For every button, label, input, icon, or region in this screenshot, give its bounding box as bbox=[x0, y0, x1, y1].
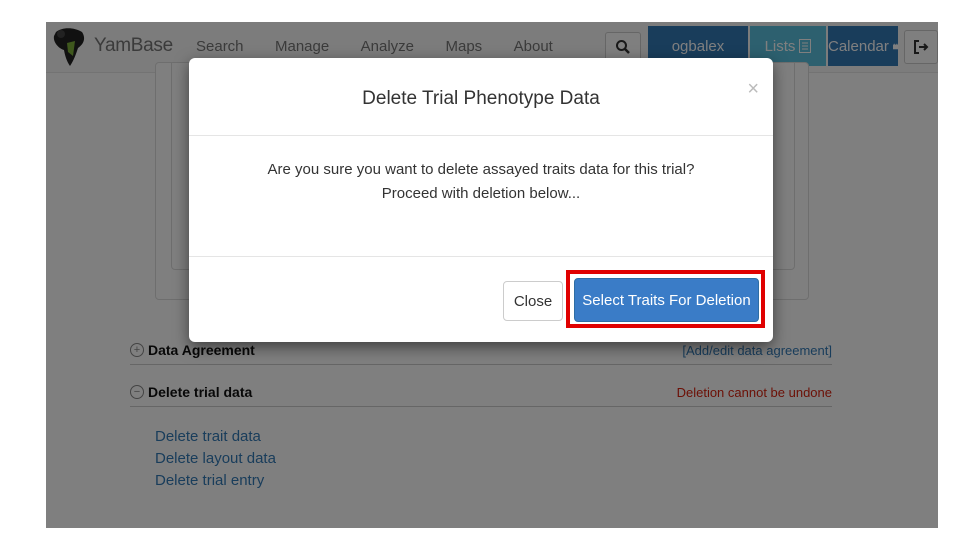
modal-footer: Close Select Traits For Deletion bbox=[189, 256, 773, 343]
app-frame: YamBase Search Manage Analyze Maps About… bbox=[46, 22, 938, 528]
close-button[interactable]: Close bbox=[503, 281, 563, 321]
modal-title: Delete Trial Phenotype Data bbox=[362, 88, 600, 109]
modal-message-line2: Proceed with deletion below... bbox=[381, 185, 581, 202]
delete-phenotype-modal: Delete Trial Phenotype Data × Are you su… bbox=[189, 58, 773, 342]
close-icon[interactable]: × bbox=[747, 78, 759, 101]
modal-message-line1: Are you sure you want to delete assayed … bbox=[267, 161, 695, 178]
select-traits-button[interactable]: Select Traits For Deletion bbox=[574, 278, 759, 322]
modal-header: Delete Trial Phenotype Data × bbox=[189, 58, 773, 136]
modal-body: Are you sure you want to delete assayed … bbox=[189, 158, 773, 206]
